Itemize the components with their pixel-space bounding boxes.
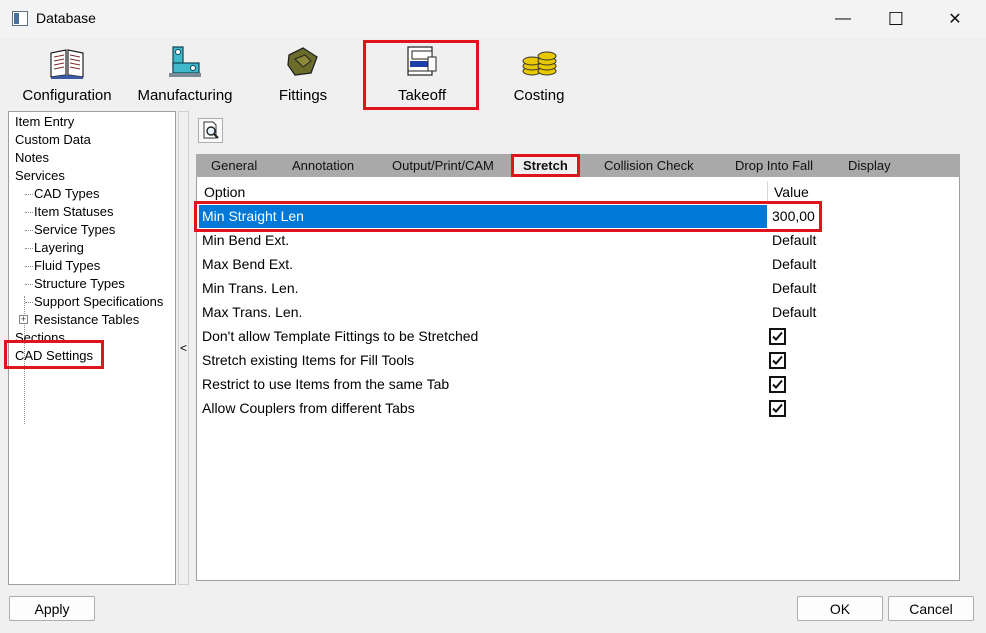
checkbox-allow-couplers[interactable] (769, 400, 786, 417)
tree-item-services[interactable]: Services (15, 167, 65, 185)
ribbon-fittings-label: Fittings (278, 87, 328, 104)
tree-item-custom-data[interactable]: Custom Data (15, 131, 91, 149)
tree-item-item-entry[interactable]: Item Entry (15, 113, 74, 131)
coins-icon (522, 51, 557, 76)
checkbox-stretch-existing-items[interactable] (769, 352, 786, 369)
checkmark-icon (772, 403, 783, 413)
ribbon-manufacturing[interactable]: Manufacturing (130, 38, 240, 110)
magnifier-page-icon (203, 121, 219, 139)
tree-item-resistance-tables[interactable]: Resistance Tables (34, 311, 139, 329)
preview-button[interactable] (198, 118, 223, 143)
takeoff-highlight-box (363, 40, 479, 110)
grid-row-dont-allow-template-stretch[interactable]: Don't allow Template Fittings to be Stre… (202, 328, 478, 344)
tree-item-fluid-types[interactable]: Fluid Types (34, 257, 100, 275)
ribbon-costing-label: Costing (513, 87, 565, 104)
apply-button[interactable]: Apply (9, 596, 95, 621)
ribbon-costing[interactable]: Costing (484, 38, 594, 110)
fitting-icon (287, 47, 318, 76)
tab-drop-into-fall[interactable]: Drop Into Fall (735, 154, 813, 177)
tree-item-layering[interactable]: Layering (34, 239, 84, 257)
grid-row-min-bend-ext[interactable]: Min Bend Ext. (202, 232, 289, 248)
tree-item-cad-types[interactable]: CAD Types (34, 185, 100, 203)
checkmark-icon (772, 355, 783, 365)
column-header-option[interactable]: Option (204, 184, 245, 200)
minimize-button[interactable]: — (820, 0, 866, 38)
value-min-trans-len[interactable]: Default (772, 280, 816, 296)
close-button[interactable]: ✕ (932, 0, 978, 38)
tab-collision-check[interactable]: Collision Check (604, 154, 694, 177)
database-app-icon (12, 11, 28, 26)
ribbon-fittings[interactable]: Fittings (248, 38, 358, 110)
tab-display[interactable]: Display (848, 154, 891, 177)
value-min-bend-ext[interactable]: Default (772, 232, 816, 248)
ribbon-manufacturing-label: Manufacturing (137, 87, 233, 104)
checkbox-restrict-same-tab[interactable] (769, 376, 786, 393)
value-max-trans-len[interactable]: Default (772, 304, 816, 320)
ribbon-configuration[interactable]: Configuration (12, 38, 122, 110)
tree-item-service-types[interactable]: Service Types (34, 221, 115, 239)
checkbox-dont-allow-template-stretch[interactable] (769, 328, 786, 345)
checkmark-icon (772, 379, 783, 389)
grid-row-allow-couplers[interactable]: Allow Couplers from different Tabs (202, 400, 415, 416)
ok-button[interactable]: OK (797, 596, 883, 621)
book-icon (50, 49, 84, 79)
tree-item-notes[interactable]: Notes (15, 149, 49, 167)
tree-item-structure-types[interactable]: Structure Types (34, 275, 125, 293)
cad-settings-highlight-box (4, 340, 104, 369)
column-separator[interactable] (767, 181, 768, 203)
tab-annotation[interactable]: Annotation (292, 154, 354, 177)
window-title: Database (36, 10, 96, 26)
grid-row-min-trans-len[interactable]: Min Trans. Len. (202, 280, 299, 296)
expand-icon[interactable]: + (19, 315, 28, 324)
value-max-bend-ext[interactable]: Default (772, 256, 816, 272)
tab-output-print-cam[interactable]: Output/Print/CAM (392, 154, 494, 177)
ribbon-configuration-label: Configuration (22, 87, 112, 104)
panel-splitter[interactable]: < (178, 111, 189, 585)
tree-item-support-specifications[interactable]: Support Specifications (34, 293, 163, 311)
grid-row-max-trans-len[interactable]: Max Trans. Len. (202, 304, 302, 320)
grid-row-restrict-same-tab[interactable]: Restrict to use Items from the same Tab (202, 376, 449, 392)
grid-row-max-bend-ext[interactable]: Max Bend Ext. (202, 256, 293, 272)
maximize-button[interactable]: ☐ (873, 0, 919, 38)
cancel-button[interactable]: Cancel (888, 596, 974, 621)
tab-general[interactable]: General (211, 154, 257, 177)
checkmark-icon (772, 331, 783, 341)
grid-row-stretch-existing-items[interactable]: Stretch existing Items for Fill Tools (202, 352, 414, 368)
settings-tabstrip: General Annotation Output/Print/CAM Stre… (196, 154, 960, 177)
machine-icon (169, 46, 201, 77)
tab-stretch[interactable]: Stretch (511, 154, 580, 177)
column-header-value[interactable]: Value (774, 184, 809, 200)
tree-item-item-statuses[interactable]: Item Statuses (34, 203, 113, 221)
min-straight-len-highlight-box (194, 201, 822, 232)
